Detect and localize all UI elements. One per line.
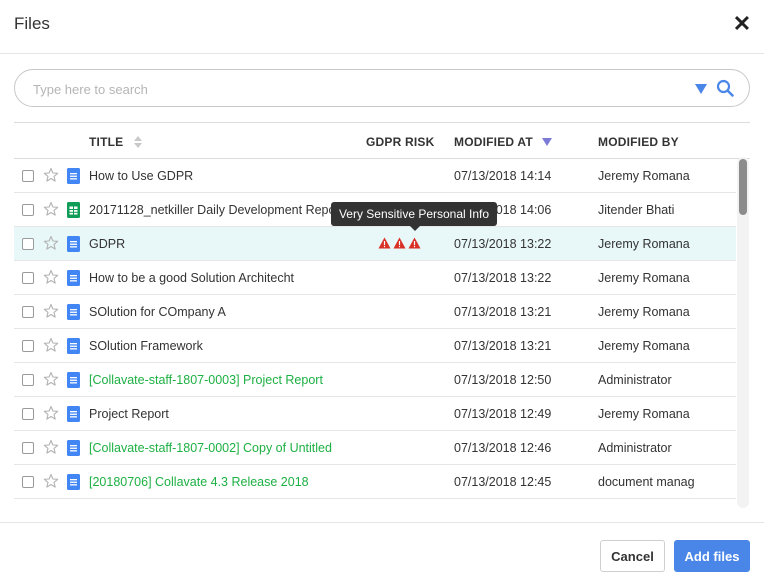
star-icon[interactable] [43, 303, 59, 319]
cancel-button[interactable]: Cancel [600, 540, 665, 572]
column-header-modified-at[interactable]: MODIFIED AT [454, 135, 533, 149]
table-row[interactable]: How to be a good Solution Architecht 07/1… [14, 261, 736, 295]
document-icon [67, 168, 80, 184]
modified-at: 07/13/2018 12:46 [454, 441, 552, 455]
row-checkbox[interactable] [22, 408, 34, 420]
column-header-gdpr-risk[interactable]: GDPR RISK [366, 135, 434, 149]
file-title[interactable]: How to be a good Solution Architecht [89, 271, 359, 285]
modified-by: Jeremy Romana [598, 339, 690, 353]
file-title[interactable]: [Collavate-staff-1807-0003] Project Repo… [89, 373, 359, 387]
document-icon [67, 270, 80, 286]
row-checkbox[interactable] [22, 204, 34, 216]
column-header-title[interactable]: TITLE [89, 135, 123, 149]
file-title[interactable]: [Collavate-staff-1807-0002] Copy of Unti… [89, 441, 359, 455]
table-row[interactable]: [20180706] Collavate 4.3 Release 2018 07/… [14, 465, 736, 499]
modified-at: 07/13/2018 14:14 [454, 169, 552, 183]
star-icon[interactable] [43, 167, 59, 183]
row-checkbox[interactable] [22, 306, 34, 318]
star-icon[interactable] [43, 269, 59, 285]
document-icon [67, 406, 80, 422]
files-dialog: Files ✕ TITLE GDPR RISK MODIFIED AT MODI… [0, 0, 764, 585]
file-title[interactable]: SOlution for COmpany A [89, 305, 359, 319]
sort-icon[interactable] [133, 135, 143, 149]
table-row[interactable]: SOlution Framework 07/13/2018 13:21 Jeremy… [14, 329, 736, 363]
modified-by: Administrator [598, 373, 672, 387]
row-checkbox[interactable] [22, 238, 34, 250]
modified-by: Jeremy Romana [598, 305, 690, 319]
sort-descending-icon[interactable] [542, 138, 552, 146]
modified-at: 07/13/2018 12:50 [454, 373, 552, 387]
table-row[interactable]: [Collavate-staff-1807-0003] Project Repo… [14, 363, 736, 397]
table-row[interactable]: Project Report 07/13/2018 12:49 Jeremy Rom… [14, 397, 736, 431]
star-icon[interactable] [43, 371, 59, 387]
row-checkbox[interactable] [22, 170, 34, 182]
file-title[interactable]: How to Use GDPR [89, 169, 359, 183]
star-icon[interactable] [43, 201, 59, 217]
row-checkbox[interactable] [22, 442, 34, 454]
dialog-title: Files [14, 14, 50, 33]
modified-at: 07/13/2018 13:21 [454, 339, 552, 353]
warning-icon[interactable] [393, 237, 406, 249]
document-icon [67, 474, 80, 490]
modified-at: 07/13/2018 13:21 [454, 305, 552, 319]
tooltip-arrow [410, 226, 420, 231]
file-title[interactable]: GDPR [89, 237, 359, 251]
table-header: TITLE GDPR RISK MODIFIED AT MODIFIED BY [14, 123, 750, 159]
close-icon[interactable]: ✕ [732, 13, 752, 35]
spreadsheet-icon [67, 202, 80, 218]
document-icon [67, 304, 80, 320]
modified-by: Administrator [598, 441, 672, 455]
document-icon [67, 338, 80, 354]
tooltip-text: Very Sensitive Personal Info [338, 207, 490, 221]
search-icon[interactable] [716, 79, 734, 97]
row-checkbox[interactable] [22, 272, 34, 284]
gdpr-risk-tooltip: Very Sensitive Personal Info [331, 202, 497, 231]
star-icon[interactable] [43, 405, 59, 421]
table-row[interactable]: SOlution for COmpany A 07/13/2018 13:21 Je… [14, 295, 736, 329]
row-checkbox[interactable] [22, 476, 34, 488]
file-title[interactable]: 20171128_netkiller Daily Development Rep… [89, 203, 359, 217]
modified-by: document manag [598, 475, 695, 489]
modified-at: 07/13/2018 13:22 [454, 271, 552, 285]
modified-by: Jeremy Romana [598, 271, 690, 285]
table-row[interactable]: How to Use GDPR 07/13/2018 14:14 Jeremy Ro… [14, 159, 736, 193]
table-row[interactable]: GDPR 07/13/2018 13:22 Jeremy Romana [14, 227, 736, 261]
row-checkbox[interactable] [22, 340, 34, 352]
file-title[interactable]: SOlution Framework [89, 339, 359, 353]
triangle-down-icon[interactable] [694, 83, 708, 95]
modified-by: Jeremy Romana [598, 169, 690, 183]
table-row[interactable]: [Collavate-staff-1807-0002] Copy of Unti… [14, 431, 736, 465]
modified-by: Jitender Bhati [598, 203, 675, 217]
star-icon[interactable] [43, 337, 59, 353]
file-title[interactable]: [20180706] Collavate 4.3 Release 2018 [89, 475, 359, 489]
file-title[interactable]: Project Report [89, 407, 359, 421]
dialog-header: Files ✕ [0, 0, 764, 54]
star-icon[interactable] [43, 235, 59, 251]
column-header-modified-by[interactable]: MODIFIED BY [598, 135, 679, 149]
modified-at: 07/13/2018 12:45 [454, 475, 552, 489]
warning-icon[interactable] [378, 237, 391, 249]
add-files-button[interactable]: Add files [674, 540, 750, 572]
modified-at: 07/13/2018 13:22 [454, 237, 552, 251]
search-bar [14, 69, 750, 107]
document-icon [67, 236, 80, 252]
search-input[interactable] [33, 79, 673, 99]
document-icon [67, 372, 80, 388]
star-icon[interactable] [43, 473, 59, 489]
modified-by: Jeremy Romana [598, 237, 690, 251]
dialog-footer: Cancel Add files [0, 522, 764, 585]
gdpr-risk-indicator[interactable] [378, 237, 423, 249]
warning-icon[interactable] [408, 237, 421, 249]
files-table: TITLE GDPR RISK MODIFIED AT MODIFIED BY … [14, 122, 750, 508]
document-icon [67, 440, 80, 456]
modified-at: 07/13/2018 12:49 [454, 407, 552, 421]
modified-by: Jeremy Romana [598, 407, 690, 421]
scrollbar-thumb[interactable] [739, 159, 747, 215]
row-checkbox[interactable] [22, 374, 34, 386]
star-icon[interactable] [43, 439, 59, 455]
scrollbar[interactable] [737, 157, 749, 508]
